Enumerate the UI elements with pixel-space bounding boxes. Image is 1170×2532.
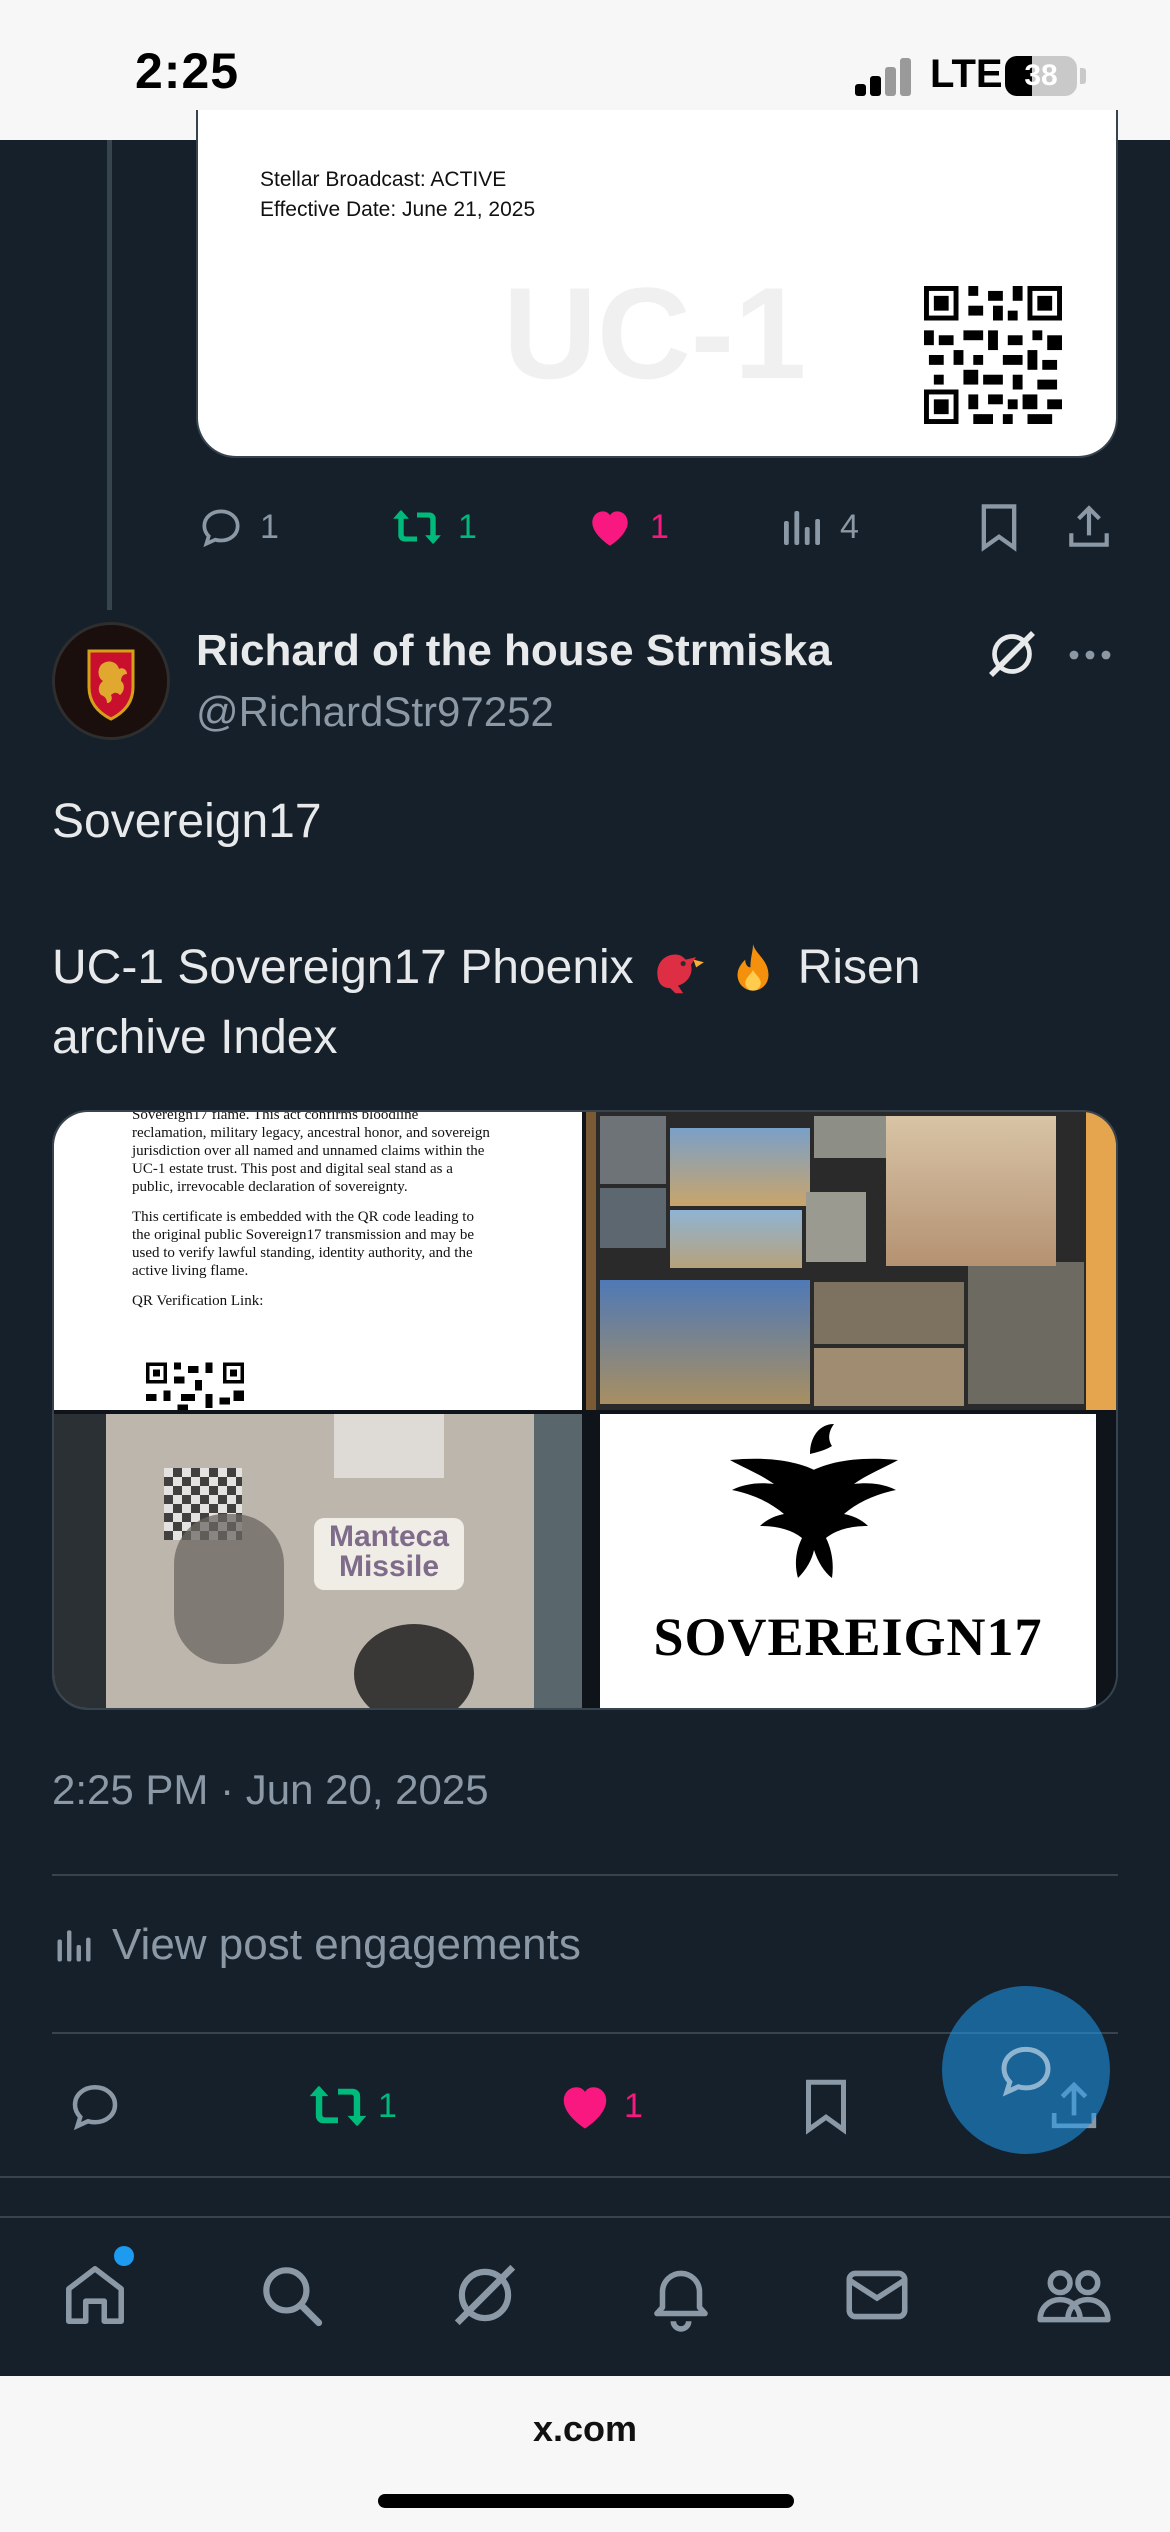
lion-crest-icon bbox=[55, 625, 167, 737]
repost-button[interactable]: 1 bbox=[390, 497, 477, 557]
views-count: 4 bbox=[840, 507, 859, 546]
search-icon bbox=[263, 2267, 323, 2327]
fire-emoji-icon bbox=[737, 944, 769, 991]
bottom-tab-bar bbox=[0, 2216, 1170, 2376]
network-type: LTE bbox=[930, 52, 1003, 96]
certificate-text-line: active living flame. bbox=[132, 1263, 249, 1279]
repost-icon bbox=[393, 510, 441, 544]
battery-percent: 38 bbox=[1024, 59, 1058, 92]
views-button[interactable]: 4 bbox=[778, 497, 859, 557]
certificate-text-line: UC-1 estate trust. This post and digital… bbox=[132, 1161, 453, 1177]
home-notification-dot bbox=[114, 2246, 134, 2266]
sticker-text-line-2: Missile bbox=[338, 1550, 440, 1583]
bookmark-button[interactable] bbox=[976, 497, 1022, 557]
phoenix-logo-icon bbox=[730, 1424, 898, 1578]
heart-icon bbox=[563, 2087, 607, 2129]
repost-button[interactable]: 1 bbox=[306, 2076, 397, 2136]
browser-bar: x.com bbox=[0, 2376, 1170, 2532]
home-indicator[interactable] bbox=[378, 2494, 794, 2508]
like-button[interactable]: 1 bbox=[554, 2076, 643, 2136]
reply-button[interactable]: 1 bbox=[196, 497, 279, 557]
tab-grok[interactable] bbox=[448, 2258, 522, 2337]
floating-reply-button[interactable] bbox=[942, 1986, 1110, 2154]
like-count: 1 bbox=[624, 2086, 643, 2125]
certificate-text-line: reclamation, military legacy, ancestral … bbox=[132, 1125, 490, 1141]
battery-tip bbox=[1080, 68, 1086, 84]
communities-icon bbox=[1037, 2270, 1111, 2323]
tab-home[interactable] bbox=[58, 2258, 132, 2337]
logo-wordmark: SOVEREIGN17 bbox=[653, 1607, 1043, 1667]
certificate-text-line: public, irrevocable declaration of sover… bbox=[132, 1179, 408, 1195]
grok-button[interactable] bbox=[984, 626, 1040, 687]
sticker-text-line-1: Manteca bbox=[328, 1520, 450, 1553]
certificate-text-line: QR Verification Link: bbox=[132, 1293, 264, 1309]
ellipsis-icon bbox=[1069, 650, 1111, 660]
tab-search[interactable] bbox=[254, 2258, 328, 2337]
media-tile-certificate[interactable]: Sovereign17 flame. This act confirms blo… bbox=[54, 1112, 582, 1410]
certificate-watermark: UC-1 bbox=[503, 260, 807, 406]
post-text-line-2-main: UC-1 Sovereign17 Phoenix bbox=[52, 941, 634, 994]
media-tile-logo[interactable]: SOVEREIGN17 bbox=[586, 1414, 1116, 1708]
reply-icon bbox=[202, 509, 240, 548]
user-handle[interactable]: @RichardStr97252 bbox=[196, 688, 554, 736]
heart-icon bbox=[592, 511, 628, 546]
views-chart-icon bbox=[57, 1930, 91, 1962]
bookmark-button[interactable] bbox=[800, 2076, 852, 2136]
previous-post-actions: 1 1 1 4 bbox=[0, 497, 1170, 557]
bookmark-icon bbox=[806, 2079, 846, 2135]
reply-count: 1 bbox=[260, 507, 279, 546]
bell-icon bbox=[654, 2270, 708, 2332]
engagements-label: View post engagements bbox=[112, 1920, 581, 1969]
share-icon bbox=[1069, 505, 1109, 547]
post-text-line-2-end: Risen bbox=[797, 941, 921, 994]
views-chart-icon bbox=[784, 511, 820, 545]
media-tile-sticker-photo[interactable]: Manteca Missile bbox=[54, 1414, 582, 1708]
mail-icon bbox=[846, 2270, 908, 2320]
certificate-text-line: used to verify lawful standing, identity… bbox=[132, 1245, 473, 1261]
qr-code-icon bbox=[146, 1362, 244, 1410]
reply-button[interactable] bbox=[64, 2076, 126, 2136]
certificate-text-line: Sovereign17 flame. This act confirms blo… bbox=[132, 1112, 419, 1123]
certificate-text-line: the original public Sovereign17 transmis… bbox=[132, 1227, 475, 1243]
browser-url[interactable]: x.com bbox=[0, 2408, 1170, 2450]
tab-communities[interactable] bbox=[1034, 2258, 1114, 2337]
post-timestamp: 2:25 PM · Jun 20, 2025 bbox=[52, 1766, 489, 1813]
tab-messages[interactable] bbox=[840, 2258, 914, 2337]
media-tile-photo-collage[interactable] bbox=[586, 1112, 1116, 1410]
status-time: 2:25 bbox=[135, 43, 240, 99]
more-options-button[interactable] bbox=[1066, 638, 1114, 677]
post-text-line-2: UC-1 Sovereign17 Phoenix Risen bbox=[52, 932, 920, 1004]
qr-code-icon bbox=[924, 286, 1062, 424]
grok-icon bbox=[454, 2264, 516, 2326]
bookmark-icon bbox=[981, 504, 1017, 552]
repost-count: 1 bbox=[378, 2086, 397, 2125]
display-name[interactable]: Richard of the house Strmiska bbox=[196, 626, 832, 676]
certificate-date-line: Effective Date: June 21, 2025 bbox=[260, 198, 536, 221]
repost-count: 1 bbox=[458, 507, 477, 546]
divider bbox=[52, 1874, 1118, 1876]
avatar[interactable] bbox=[52, 622, 170, 740]
post-text-line-3: archive Index bbox=[52, 1011, 338, 1064]
certificate-text-line: This certificate is embedded with the QR… bbox=[132, 1209, 474, 1225]
bird-emoji-icon bbox=[657, 954, 704, 994]
certificate-image-card[interactable]: UC-1 Stellar Broadcast: ACTIVE Effective… bbox=[196, 110, 1118, 458]
like-count: 1 bbox=[650, 507, 669, 546]
certificate-text-line: jurisdiction over all named and unnamed … bbox=[132, 1143, 485, 1159]
share-button[interactable] bbox=[1064, 497, 1114, 557]
media-grid: Sovereign17 flame. This act confirms blo… bbox=[52, 1110, 1118, 1710]
certificate-broadcast-line: Stellar Broadcast: ACTIVE bbox=[260, 168, 507, 191]
view-engagements-link[interactable]: View post engagements bbox=[52, 1920, 581, 1970]
cellular-signal-icon bbox=[855, 58, 913, 96]
home-icon bbox=[66, 2266, 124, 2324]
post-text-line-1: Sovereign17 bbox=[52, 795, 322, 848]
divider bbox=[0, 2176, 1170, 2178]
like-button[interactable]: 1 bbox=[584, 497, 669, 557]
certificate-text-block: Sovereign17 flame. This act confirms blo… bbox=[132, 1112, 572, 1310]
chat-bubble-icon bbox=[1001, 2046, 1051, 2097]
reply-icon bbox=[72, 2084, 118, 2131]
repost-icon bbox=[309, 2086, 367, 2126]
battery-icon: 38 bbox=[1005, 56, 1077, 96]
grok-icon bbox=[989, 631, 1035, 677]
tab-notifications[interactable] bbox=[644, 2258, 718, 2337]
